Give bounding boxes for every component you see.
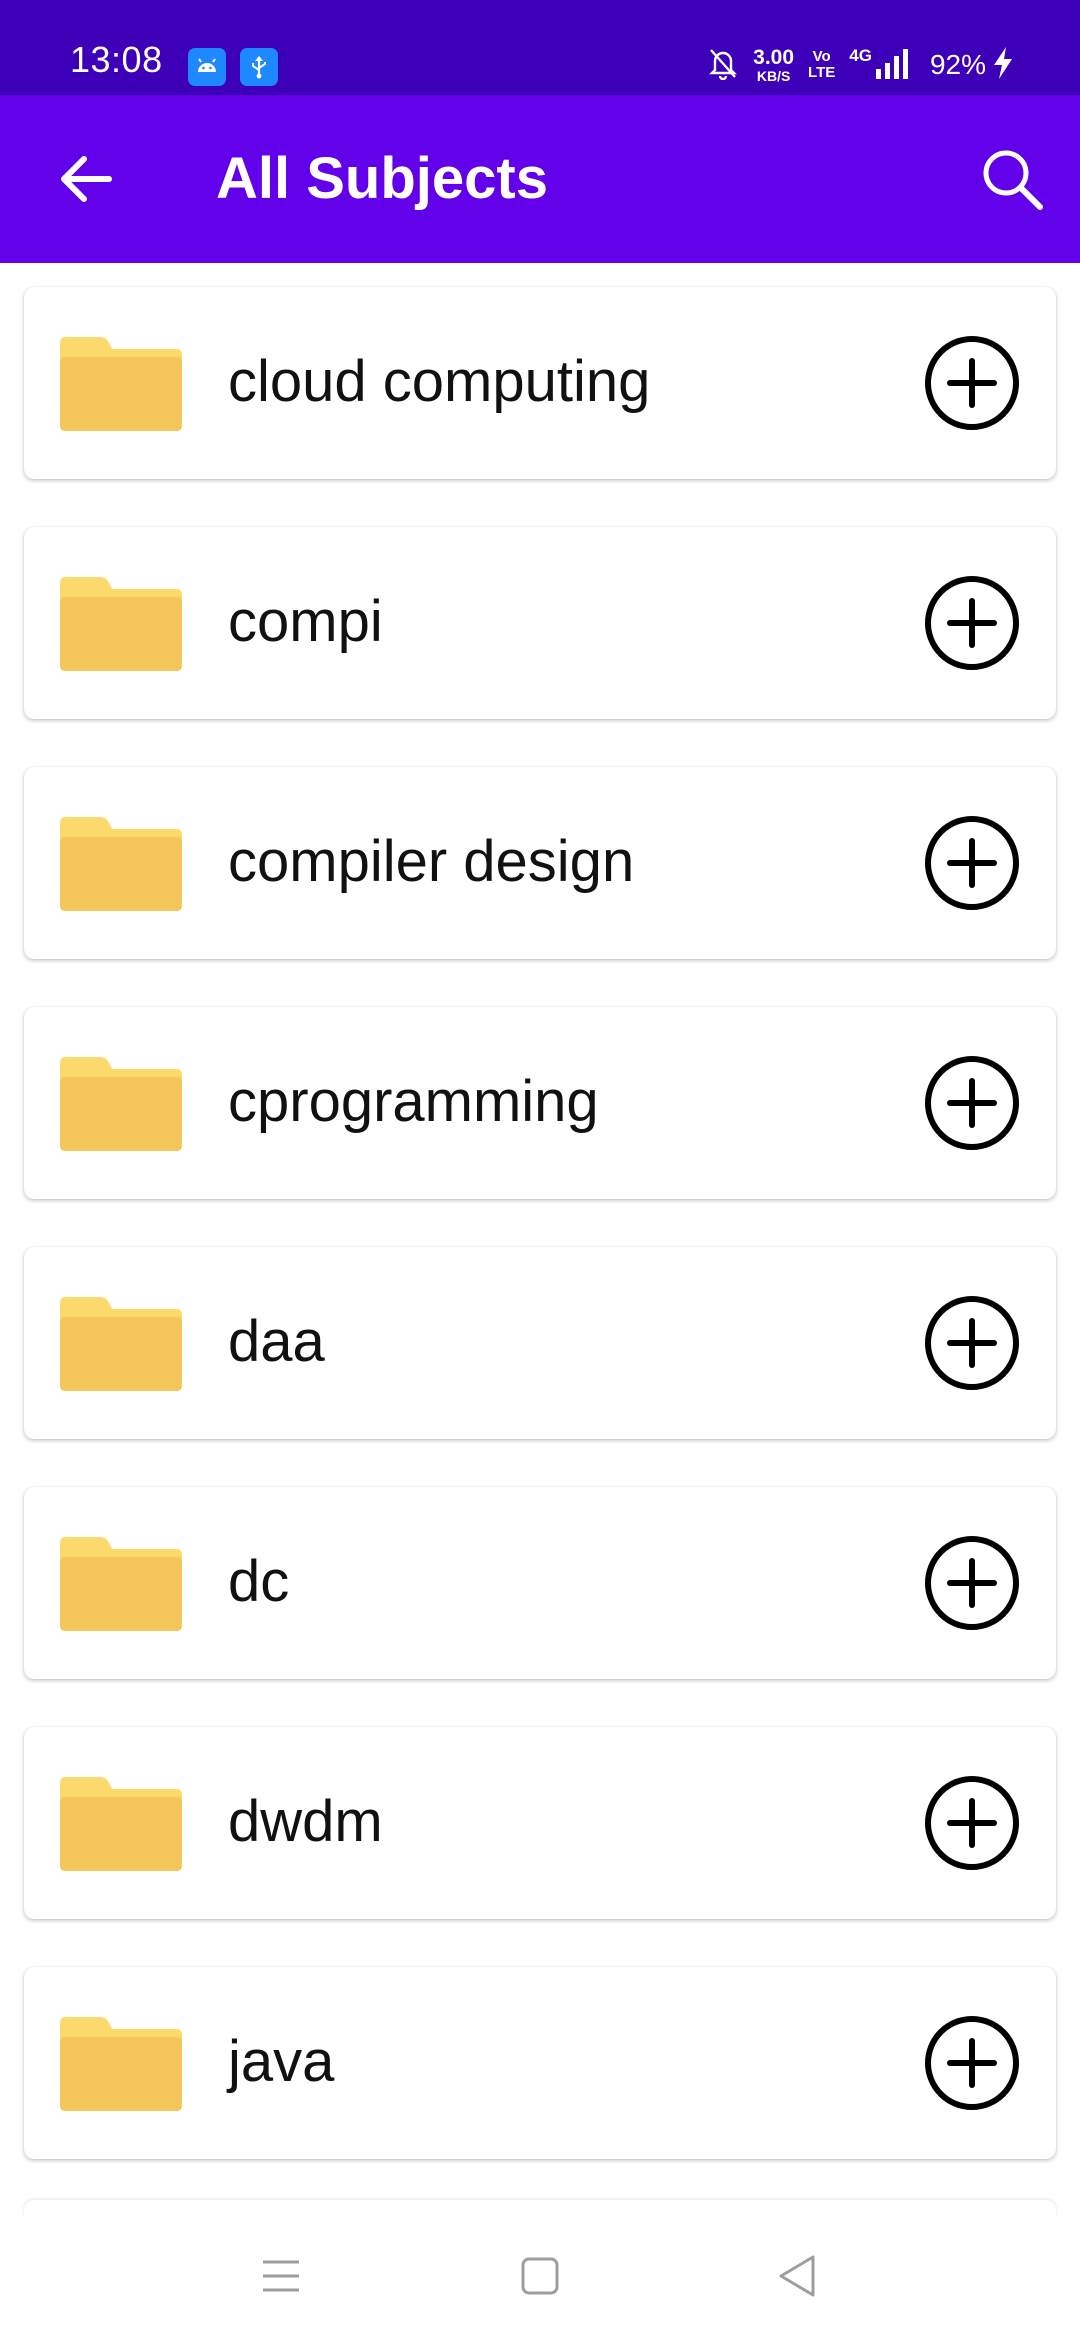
recent-apps-button[interactable] — [246, 2241, 316, 2311]
page-title: All Subjects — [216, 146, 548, 211]
subject-card[interactable]: daa — [24, 1247, 1056, 1439]
screen: 13:08 3.00 KB/S Vo LTE 4G 92% All Subjec… — [0, 0, 1080, 2340]
status-indicators: 3.00 KB/S Vo LTE 4G 92% — [707, 38, 1014, 92]
bolt-icon — [992, 46, 1014, 85]
subject-card[interactable]: cprogramming — [24, 1007, 1056, 1199]
folder-icon — [60, 1537, 182, 1631]
arrow-left-icon — [61, 156, 112, 202]
status-bar: 13:08 3.00 KB/S Vo LTE 4G 92% — [0, 0, 1080, 95]
folder-icon — [60, 337, 182, 431]
bell-off-icon — [707, 46, 739, 85]
plus-circle-icon[interactable] — [924, 1055, 1020, 1151]
folder-icon — [60, 577, 182, 671]
signal-bars-icon — [875, 47, 916, 84]
plus-circle-icon[interactable] — [924, 815, 1020, 911]
subject-name: java — [228, 2029, 335, 2094]
search-button[interactable] — [972, 139, 1052, 219]
subject-card[interactable]: cloud computing — [24, 287, 1056, 479]
net-speed-value: 3.00 — [753, 46, 795, 69]
subject-name: dc — [228, 1549, 290, 1614]
home-button[interactable] — [505, 2241, 575, 2311]
subject-name: daa — [228, 1309, 325, 1374]
volte-bottom: LTE — [808, 64, 836, 81]
subject-card[interactable]: dc — [24, 1487, 1056, 1679]
usb-icon — [240, 48, 278, 86]
back-button[interactable] — [46, 139, 126, 219]
network-type: 4G — [849, 46, 872, 65]
folder-icon — [60, 817, 182, 911]
volte-top: Vo — [812, 48, 831, 66]
volte-indicator: Vo LTE — [808, 49, 835, 81]
square-home-icon — [521, 2257, 559, 2295]
battery-percent: 92% — [929, 49, 986, 80]
subject-name: compi — [228, 589, 383, 654]
subject-name: dwdm — [228, 1789, 383, 1854]
net-speed-unit: KB/S — [756, 68, 791, 84]
subject-name: compiler design — [228, 829, 635, 894]
subject-card[interactable]: compi — [24, 527, 1056, 719]
subject-card[interactable]: java — [24, 1967, 1056, 2159]
subject-card[interactable]: compiler design — [24, 767, 1056, 959]
system-back-button[interactable] — [762, 2241, 832, 2311]
system-nav-bar — [0, 2215, 1080, 2340]
plus-circle-icon[interactable] — [924, 2015, 1020, 2111]
folder-icon — [60, 1297, 182, 1391]
plus-circle-icon[interactable] — [924, 335, 1020, 431]
status-time: 13:08 — [70, 39, 163, 80]
subject-name: cprogramming — [228, 1069, 599, 1134]
network-speed: 3.00 KB/S — [753, 47, 794, 83]
folder-icon — [60, 2017, 182, 2111]
menu-icon — [263, 2260, 299, 2292]
subject-card[interactable]: dwdm — [24, 1727, 1056, 1919]
search-icon — [983, 150, 1043, 210]
app-bar: All Subjects — [0, 95, 1080, 263]
plus-circle-icon[interactable] — [924, 575, 1020, 671]
android-debug-icon — [188, 48, 226, 86]
plus-circle-icon[interactable] — [924, 1775, 1020, 1871]
folder-icon — [60, 1777, 182, 1871]
folder-icon — [60, 1057, 182, 1151]
plus-circle-icon[interactable] — [924, 1295, 1020, 1391]
subject-name: cloud computing — [228, 349, 651, 414]
plus-circle-icon[interactable] — [924, 1535, 1020, 1631]
triangle-back-icon — [779, 2255, 815, 2297]
